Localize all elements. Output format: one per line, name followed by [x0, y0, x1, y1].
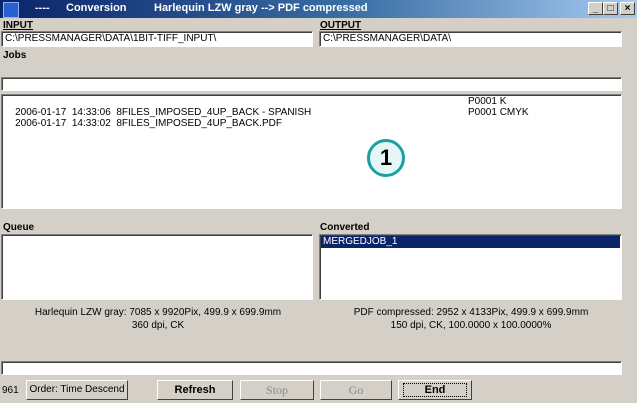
job-count: 961 [2, 385, 19, 396]
output-format-info: PDF compressed: 2952 x 4133Pix, 499.9 x … [318, 306, 624, 332]
input-info-line2: 360 dpi, CK [131, 320, 185, 331]
job-row[interactable]: 2006-01-17 14:33:02 8FILES_IMPOSED_4UP_B… [4, 107, 282, 140]
progress-bar [1, 361, 622, 375]
close-button[interactable]: × [620, 2, 635, 15]
input-info-line1: Harlequin LZW gray: 7085 x 9920Pix, 499.… [34, 307, 282, 318]
input-path-field[interactable]: C:\PRESSMANAGER\DATA\1BIT-TIFF_INPUT\ [1, 31, 313, 47]
job-plate: P0001 CMYK [468, 107, 529, 118]
output-info-line2: 150 dpi, CK, 100.0000 x 100.0000% [390, 320, 552, 331]
queue-list[interactable] [1, 234, 313, 300]
jobs-label: Jobs [3, 50, 27, 61]
title-bar: ---- Conversion Harlequin LZW gray --> P… [0, 0, 637, 18]
output-path-field[interactable]: C:\PRESSMANAGER\DATA\ [319, 31, 622, 47]
title-description: Harlequin LZW gray --> PDF compressed [154, 2, 368, 14]
job-datetime: 2006-01-17 14:33:02 [15, 118, 111, 129]
title-dashes: ---- [35, 2, 50, 14]
input-format-info: Harlequin LZW gray: 7085 x 9920Pix, 499.… [0, 306, 316, 332]
end-button[interactable]: End [398, 380, 472, 400]
app-icon[interactable] [3, 2, 19, 18]
title-mode: Conversion [66, 2, 127, 14]
output-label: OUTPUT [320, 20, 362, 31]
converted-label: Converted [320, 222, 370, 233]
job-name: 8FILES_IMPOSED_4UP_BACK.PDF [116, 118, 282, 129]
maximize-button[interactable]: □ [603, 2, 618, 15]
order-button[interactable]: Order: Time Descend [26, 380, 128, 400]
converted-list[interactable]: MERGEDJOB_1 [319, 234, 622, 300]
stop-button[interactable]: Stop [240, 380, 314, 400]
callout-badge: 1 [367, 139, 405, 177]
jobs-list[interactable]: 2006-01-17 14:33:06 8FILES_IMPOSED_4UP_B… [1, 94, 622, 209]
go-button[interactable]: Go [320, 380, 392, 400]
queue-label: Queue [3, 222, 35, 233]
input-label: INPUT [3, 20, 33, 31]
list-item[interactable]: MERGEDJOB_1 [321, 236, 620, 248]
end-button-label: End [403, 383, 467, 397]
jobs-filter-field[interactable] [1, 77, 622, 91]
output-info-line1: PDF compressed: 2952 x 4133Pix, 499.9 x … [353, 307, 589, 318]
minimize-button[interactable]: _ [588, 2, 603, 15]
job-plate: P0001 K [468, 96, 507, 107]
refresh-button[interactable]: Refresh [157, 380, 233, 400]
